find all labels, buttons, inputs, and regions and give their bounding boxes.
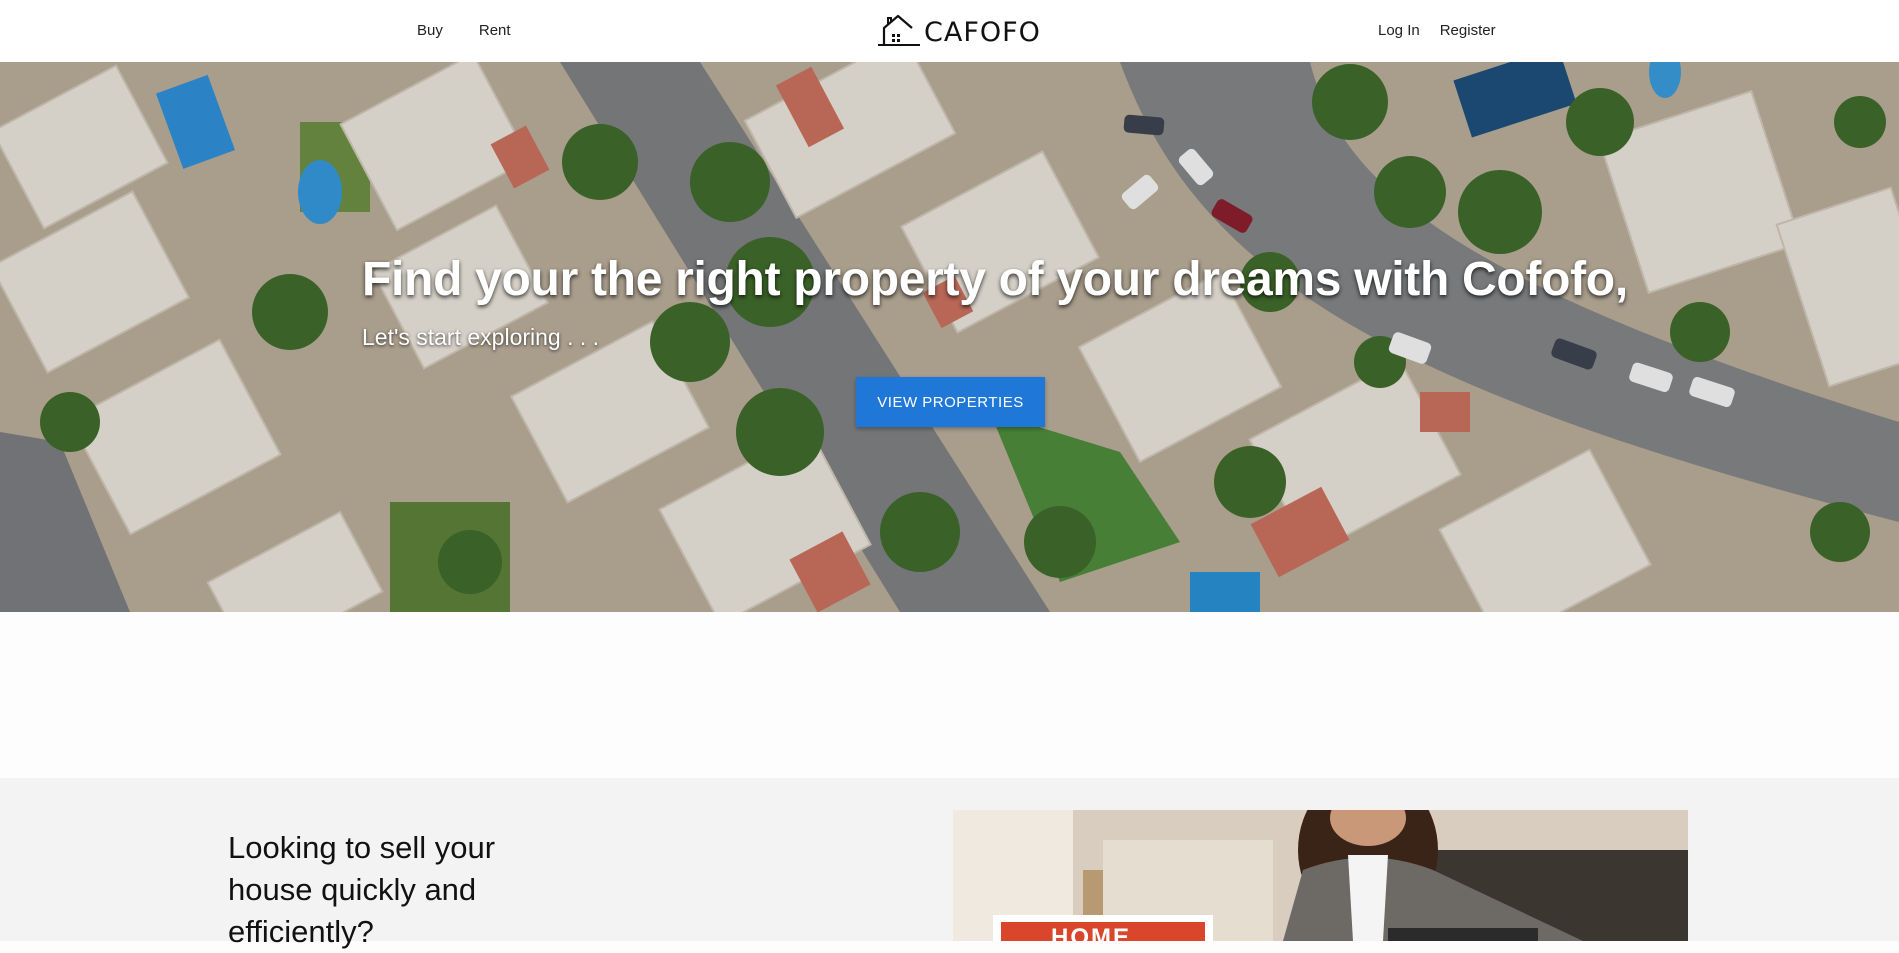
account-nav: Log In Register: [1378, 22, 1496, 39]
site-logo[interactable]: CAFOFO: [876, 12, 1041, 53]
house-icon: [876, 12, 922, 53]
nav-rent-link[interactable]: Rent: [479, 22, 511, 39]
sell-section: Looking to sell your house quickly and e…: [0, 778, 1899, 949]
register-link[interactable]: Register: [1440, 22, 1496, 39]
nav-buy-link[interactable]: Buy: [417, 22, 443, 39]
aerial-neighborhood-image: [0, 62, 1899, 612]
hero-subtitle: Let's start exploring . . .: [362, 324, 600, 350]
hero-banner: Find your the right property of your dre…: [0, 62, 1899, 612]
hero-title: Find your the right property of your dre…: [362, 253, 1628, 306]
login-link[interactable]: Log In: [1378, 22, 1420, 39]
sell-heading: Looking to sell your house quickly and e…: [228, 830, 496, 949]
primary-nav: Buy Rent: [417, 22, 511, 39]
realtor-photo: HOME: [953, 810, 1688, 941]
view-properties-button[interactable]: VIEW PROPERTIES: [856, 377, 1045, 427]
logo-text: CAFOFO: [924, 17, 1041, 48]
site-header: Buy Rent CAFOFO Log In Register: [0, 0, 1899, 63]
home-sign-text: HOME: [1051, 924, 1131, 941]
